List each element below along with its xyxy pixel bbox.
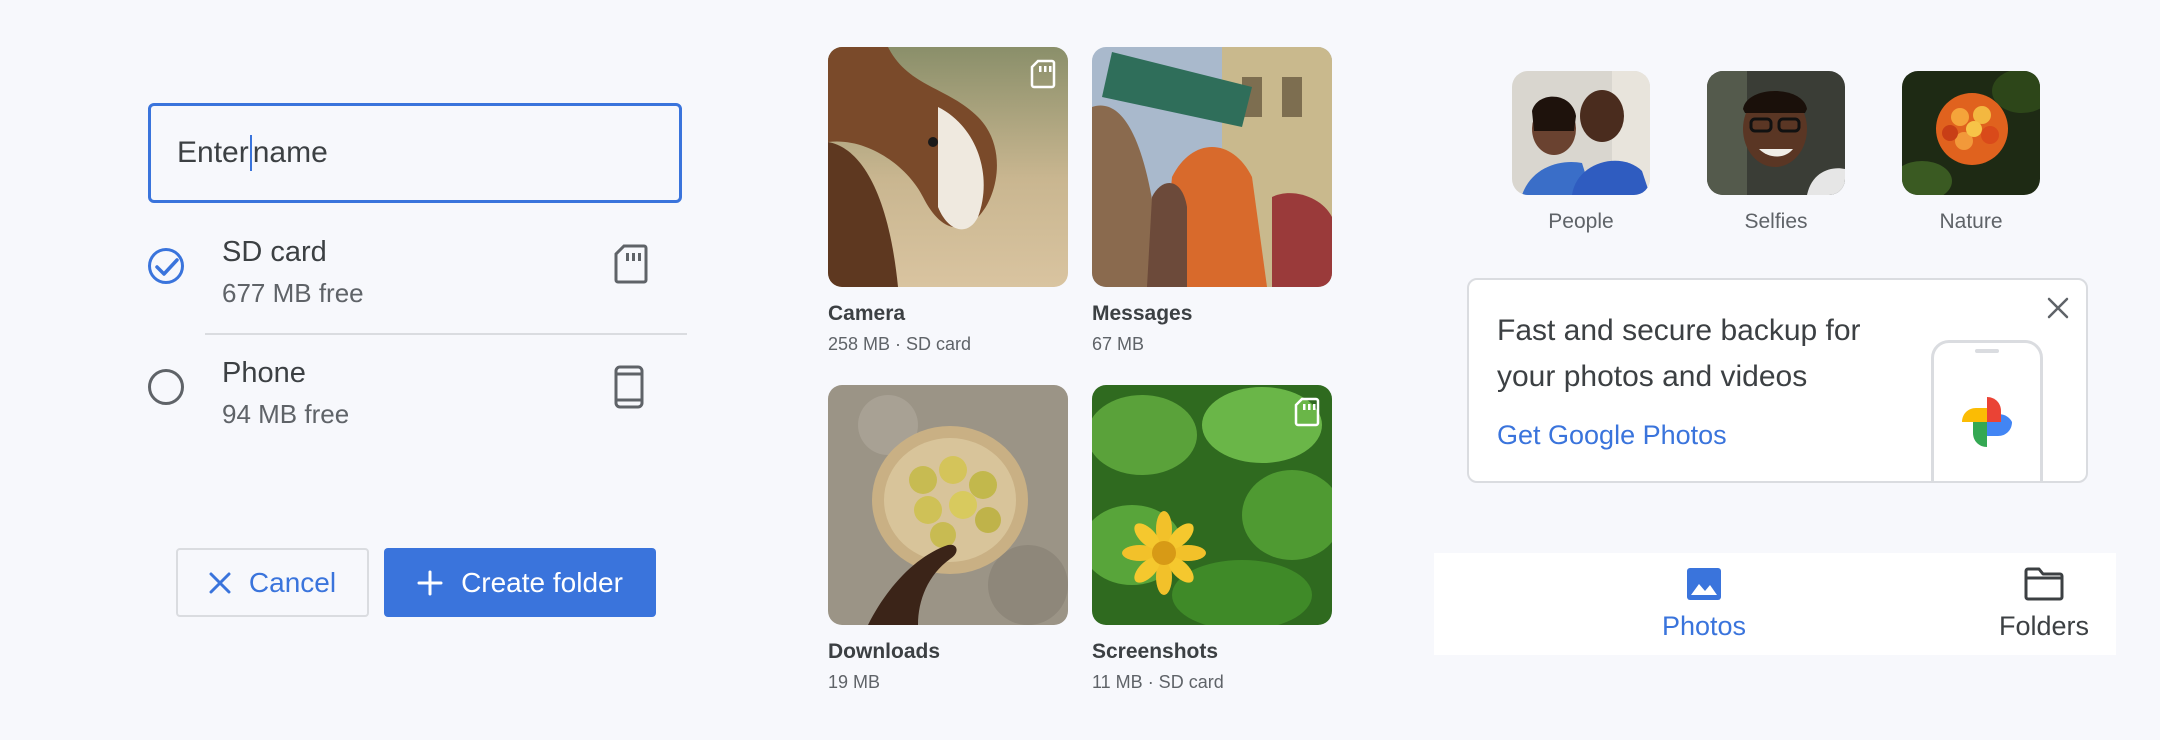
- text-cursor: [249, 135, 252, 171]
- sd-card-badge-icon: [1294, 397, 1320, 432]
- plus-icon: [417, 570, 443, 595]
- folder-name-text-after: name: [252, 136, 328, 169]
- nav-tab-folders[interactable]: Folders: [1944, 553, 2144, 655]
- selfies-thumbnail: [1707, 71, 1845, 195]
- nav-tab-photos-label: Photos: [1661, 611, 1747, 641]
- nature-thumbnail: [1902, 71, 2040, 195]
- folder-meta: 11 MB · SD card: [1092, 672, 1224, 692]
- category-selfies[interactable]: [1707, 71, 1845, 195]
- downloads-folder-thumbnail: [828, 385, 1068, 625]
- category-label: Selfies: [1744, 210, 1808, 233]
- photo-icon: [1687, 568, 1721, 600]
- phone-illustration: [1931, 340, 2043, 481]
- folder-tile-camera[interactable]: [828, 47, 1068, 287]
- cancel-label: Cancel: [248, 566, 337, 598]
- cancel-button[interactable]: Cancel: [176, 548, 369, 617]
- phone-icon: [614, 365, 644, 414]
- folder-meta: 258 MB · SD card: [828, 334, 972, 354]
- storage-option-sd-card[interactable]: SD card 677 MB free: [148, 222, 682, 332]
- storage-option-phone[interactable]: Phone 94 MB free: [148, 343, 682, 453]
- option-divider: [205, 333, 687, 335]
- backup-promo-card: Fast and secure backup for your photos a…: [1467, 278, 2088, 483]
- radio-unselected-icon[interactable]: [148, 369, 184, 405]
- storage-option-title: Phone: [222, 357, 306, 389]
- promo-headline: Fast and secure backup for your photos a…: [1497, 314, 1861, 393]
- close-icon[interactable]: [2046, 296, 2070, 325]
- folder-meta: 67 MB: [1092, 334, 1145, 354]
- folder-name: Downloads: [828, 640, 941, 663]
- folder-name: Screenshots: [1092, 640, 1219, 663]
- storage-option-title: SD card: [222, 236, 327, 268]
- folder-name-input[interactable]: Enter name: [148, 103, 682, 203]
- folder-tile-screenshots[interactable]: [1092, 385, 1332, 625]
- folder-tile-downloads[interactable]: [828, 385, 1068, 625]
- category-label: Nature: [1939, 210, 2003, 233]
- radio-selected-icon[interactable]: [148, 248, 184, 284]
- folder-tile-messages[interactable]: [1092, 47, 1332, 287]
- folder-name-text-before: Enter: [177, 136, 249, 169]
- create-folder-button[interactable]: Create folder: [384, 548, 656, 617]
- bottom-navigation: Photos Folders: [1434, 553, 2116, 655]
- get-google-photos-link[interactable]: Get Google Photos: [1497, 420, 1727, 451]
- people-thumbnail: [1512, 71, 1650, 195]
- nav-tab-photos[interactable]: Photos: [1604, 553, 1804, 655]
- category-nature[interactable]: [1902, 71, 2040, 195]
- nav-tab-folders-label: Folders: [1998, 611, 2090, 641]
- storage-option-free-space: 677 MB free: [222, 278, 364, 308]
- sd-card-icon: [614, 244, 648, 289]
- folder-name: Messages: [1092, 302, 1193, 325]
- create-folder-label: Create folder: [461, 566, 623, 598]
- sd-card-badge-icon: [1030, 59, 1056, 94]
- folder-name: Camera: [828, 302, 906, 325]
- folder-meta: 19 MB: [828, 672, 881, 692]
- category-label: People: [1548, 210, 1614, 233]
- category-people[interactable]: [1512, 71, 1650, 195]
- storage-option-free-space: 94 MB free: [222, 399, 350, 429]
- messages-folder-thumbnail: [1092, 47, 1332, 287]
- google-photos-pinwheel-icon: [1962, 397, 2012, 447]
- folder-icon: [2024, 567, 2064, 601]
- close-icon: [209, 572, 231, 593]
